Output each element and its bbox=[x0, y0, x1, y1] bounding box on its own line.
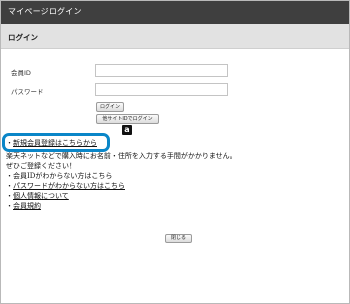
close-button[interactable]: 閉じる bbox=[165, 234, 192, 243]
member-id-label: 会員ID bbox=[11, 69, 31, 77]
window-title: マイページログイン bbox=[8, 7, 82, 16]
terms-link[interactable]: 会員規約 bbox=[13, 202, 41, 210]
bullet: ・ bbox=[6, 172, 13, 180]
member-id-input[interactable] bbox=[95, 64, 228, 77]
privacy-link[interactable]: 個人情報について bbox=[13, 192, 69, 200]
forgot-id-text[interactable]: 会員IDがわからない方はこちら bbox=[13, 172, 112, 180]
forgot-password-line: ・パスワードがわからない方はこちら bbox=[6, 181, 125, 191]
password-label: パスワード bbox=[11, 88, 44, 96]
password-input[interactable] bbox=[95, 83, 228, 96]
bullet: ・ bbox=[6, 192, 13, 200]
terms-line: ・会員規約 bbox=[6, 201, 41, 211]
registration-note-2: ぜひご登録ください！ bbox=[6, 162, 76, 170]
forgot-password-link[interactable]: パスワードがわからない方はこちら bbox=[13, 182, 125, 190]
section-header: ログイン bbox=[1, 24, 349, 49]
registration-note: 楽天ネットなどで購入時にお名前・住所を入力する手間がかかりません。 bbox=[6, 152, 237, 160]
login-button[interactable]: ログイン bbox=[96, 102, 124, 112]
bullet: ・ bbox=[6, 202, 13, 210]
other-site-login-button[interactable]: 他サイトIDでログイン bbox=[96, 114, 159, 124]
title-bar: マイページログイン bbox=[1, 1, 349, 24]
amazon-icon[interactable]: a bbox=[122, 125, 132, 135]
login-dialog: マイページログイン ログイン 会員ID パスワード ログイン 他サイトIDでログ… bbox=[0, 0, 350, 304]
forgot-id-line: ・会員IDがわからない方はこちら bbox=[6, 171, 112, 181]
bullet: ・ bbox=[6, 182, 13, 190]
section-title: ログイン bbox=[8, 33, 38, 42]
new-member-highlight bbox=[2, 133, 110, 152]
privacy-line: ・個人情報について bbox=[6, 191, 69, 201]
